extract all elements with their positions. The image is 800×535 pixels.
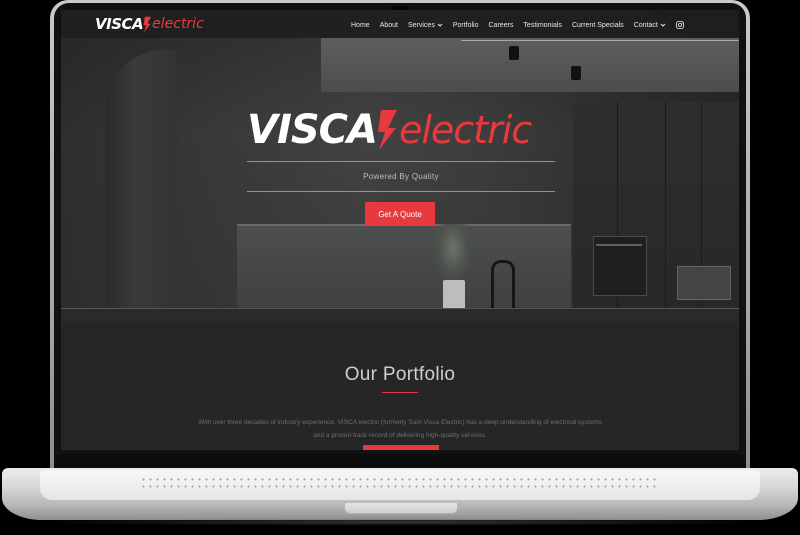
nav-item-label: Home xyxy=(351,21,370,29)
nav-item-label: About xyxy=(379,21,398,29)
nav-item-services[interactable]: Services xyxy=(408,22,443,29)
lightning-bolt-icon xyxy=(143,16,152,32)
hero-ceiling-decor xyxy=(321,38,739,92)
pendant-light-decor xyxy=(509,46,519,60)
nav-logo-visca: VISCA xyxy=(95,15,144,33)
coffee-machine-decor xyxy=(677,266,731,300)
laptop-shadow xyxy=(30,518,770,526)
hero-pillar-decor xyxy=(105,50,177,322)
nav-item-label: Contact xyxy=(633,21,658,29)
nav-logo[interactable]: VISCA electric xyxy=(95,14,204,34)
portfolio-title: Our Portfolio xyxy=(344,364,456,385)
laptop-mockup: VISCA electric Powered By Quality Get A … xyxy=(0,0,800,535)
nav-item-label: Careers xyxy=(488,21,514,29)
cabinet-line-decor xyxy=(665,102,666,322)
hero-tagline: Powered By Quality xyxy=(363,172,439,181)
get-a-quote-button[interactable]: Get A Quote xyxy=(365,202,435,226)
nav-item-about[interactable]: About xyxy=(380,22,398,29)
nav-item-home[interactable]: Home xyxy=(351,22,370,29)
oven-stripe-decor xyxy=(596,244,642,246)
vase-decor xyxy=(443,280,465,310)
hero-logo-electric: electric xyxy=(398,108,532,152)
nav-item-portfolio[interactable]: Portfolio xyxy=(453,22,479,29)
nav-item-testimonials[interactable]: Testimonials xyxy=(523,22,562,29)
portfolio-section: Our Portfolio With over three decades of… xyxy=(61,322,739,450)
hero-counter-decor xyxy=(61,308,739,323)
nav-item-current-specials[interactable]: Current Specials xyxy=(572,22,624,29)
nav-item-careers[interactable]: Careers xyxy=(489,22,514,29)
portfolio-accent-bar xyxy=(363,445,439,450)
nav-menu: Home About Services Portfolio Careers Te… xyxy=(351,18,684,32)
lightning-bolt-icon xyxy=(377,110,397,150)
nav-item-label: Portfolio xyxy=(452,21,479,29)
plant-decor xyxy=(433,224,473,284)
chevron-down-icon xyxy=(437,23,443,27)
top-nav: VISCA electric Home About Services Portf… xyxy=(61,10,739,38)
hero-divider-bottom xyxy=(247,191,555,192)
nav-item-label: Services xyxy=(407,21,435,29)
hero-logo-visca: VISCA xyxy=(247,107,378,153)
hero-logo: VISCA electric xyxy=(247,104,557,156)
pendant-light-decor xyxy=(571,66,581,80)
portfolio-description: With over three decades of industry expe… xyxy=(198,419,602,439)
hero-backsplash-decor xyxy=(237,224,571,320)
nav-item-label: Current Specials xyxy=(571,21,624,29)
keyboard-decor xyxy=(140,476,660,492)
browser-viewport: VISCA electric Powered By Quality Get A … xyxy=(61,10,739,450)
faucet-decor xyxy=(491,260,515,311)
hero-section: VISCA electric Powered By Quality Get A … xyxy=(61,10,739,323)
nav-logo-electric: electric xyxy=(152,16,204,32)
hero-divider-top xyxy=(247,161,555,162)
chevron-down-icon xyxy=(660,23,666,27)
instagram-icon[interactable] xyxy=(675,21,684,29)
hero-ceiling-light-decor xyxy=(461,40,739,41)
nav-item-label: Testimonials xyxy=(523,21,562,29)
trackpad-notch xyxy=(344,503,458,514)
portfolio-title-underline xyxy=(382,392,418,393)
nav-item-contact[interactable]: Contact xyxy=(634,22,666,29)
